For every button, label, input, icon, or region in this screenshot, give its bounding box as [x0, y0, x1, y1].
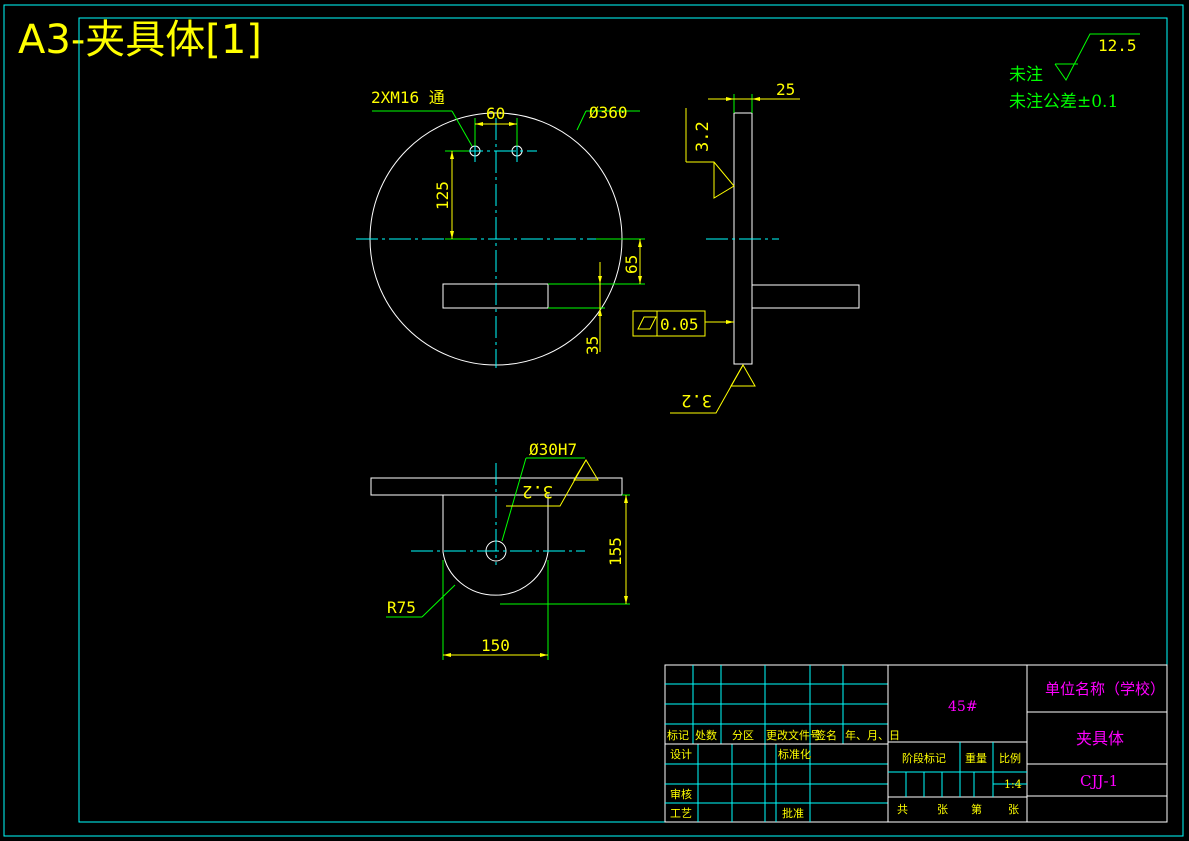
tb-design: 设计: [670, 748, 692, 761]
tb-process: 工艺: [670, 807, 692, 820]
tb-sheet-total: 共: [897, 803, 908, 816]
tb-header-mark: 标记: [667, 728, 689, 742]
tb-header-zone: 分区: [732, 729, 754, 742]
tb-review: 审核: [670, 787, 692, 801]
tb-approval: 批准: [782, 806, 804, 820]
tolerance-note: 未注公差±0.1: [1009, 92, 1118, 112]
bore-roughness: 3.2: [522, 481, 553, 501]
roughness-symbol-top: [686, 161, 735, 199]
roughness-top: 3.2: [693, 121, 713, 152]
flatness-frame: 0.05: [632, 310, 734, 337]
flatness-value: 0.05: [660, 315, 699, 334]
tb-sheet-unit: 张: [937, 803, 948, 816]
roughness-symbol-bore: [573, 459, 599, 481]
tb-sheet-no: 第: [971, 802, 982, 816]
tb-header-count: 处数: [695, 729, 717, 742]
height-dim: 155: [606, 537, 625, 566]
tb-sheet-unit2: 张: [1008, 803, 1019, 816]
tb-standardization: 标准化: [778, 747, 811, 761]
width-dim: 150: [481, 636, 510, 655]
diameter-dim: Ø360: [589, 103, 628, 122]
roughness-value: 12.5: [1098, 36, 1137, 55]
inner-border: [78, 17, 1168, 823]
tb-weight: 重量: [965, 751, 987, 765]
tb-stage-mark: 阶段标记: [902, 751, 946, 765]
title-block: 标记 处数 分区 更改文件号 签名 年、月、日 设计 标准化 审核 工艺 批准 …: [664, 664, 1168, 823]
tb-company: 单位名称（学校）: [1045, 680, 1165, 698]
tb-scale-label: 比例: [999, 751, 1021, 765]
radius-dim: R75: [387, 598, 416, 617]
arm-outline: [751, 284, 860, 309]
tb-header-doc: 更改文件号: [766, 728, 821, 742]
tb-drawing-no: CJJ-1: [1080, 772, 1118, 790]
bottom-view: Ø30H7 3.2 155 R75 150: [370, 440, 630, 660]
engineering-drawing: 12.5 未注 未注公差±0.1 2XM16 通 60 Ø360 125 65 …: [3, 4, 1184, 837]
side-view: 25 3.2 0.05 3.2: [632, 80, 860, 414]
tb-header-date: 年、月、日: [845, 728, 900, 742]
slot-width-dim: 35: [583, 336, 602, 355]
tb-material: 45#: [948, 699, 978, 715]
unmarked-label: 未注: [1009, 65, 1043, 85]
outer-border: [3, 4, 1184, 837]
slot-offset-dim: 65: [622, 255, 641, 274]
general-roughness-note: 12.5 未注 未注公差±0.1: [1009, 33, 1140, 112]
tb-header-sign: 签名: [815, 728, 837, 742]
bore-dim: Ø30H7: [529, 440, 577, 459]
front-view: 2XM16 通 60 Ø360 125 65 35: [356, 88, 645, 368]
thickness-dim: 25: [776, 80, 795, 99]
hole-callout: 2XM16 通: [371, 88, 445, 107]
hole-spacing-dim: 60: [486, 104, 505, 123]
tb-scale-value: 1:4: [1004, 778, 1022, 791]
roughness-bottom: 3.2: [681, 390, 712, 410]
roughness-symbol-bottom: [730, 363, 756, 387]
tb-part-name: 夹具体: [1076, 729, 1124, 748]
hole-height-dim: 125: [433, 181, 452, 210]
